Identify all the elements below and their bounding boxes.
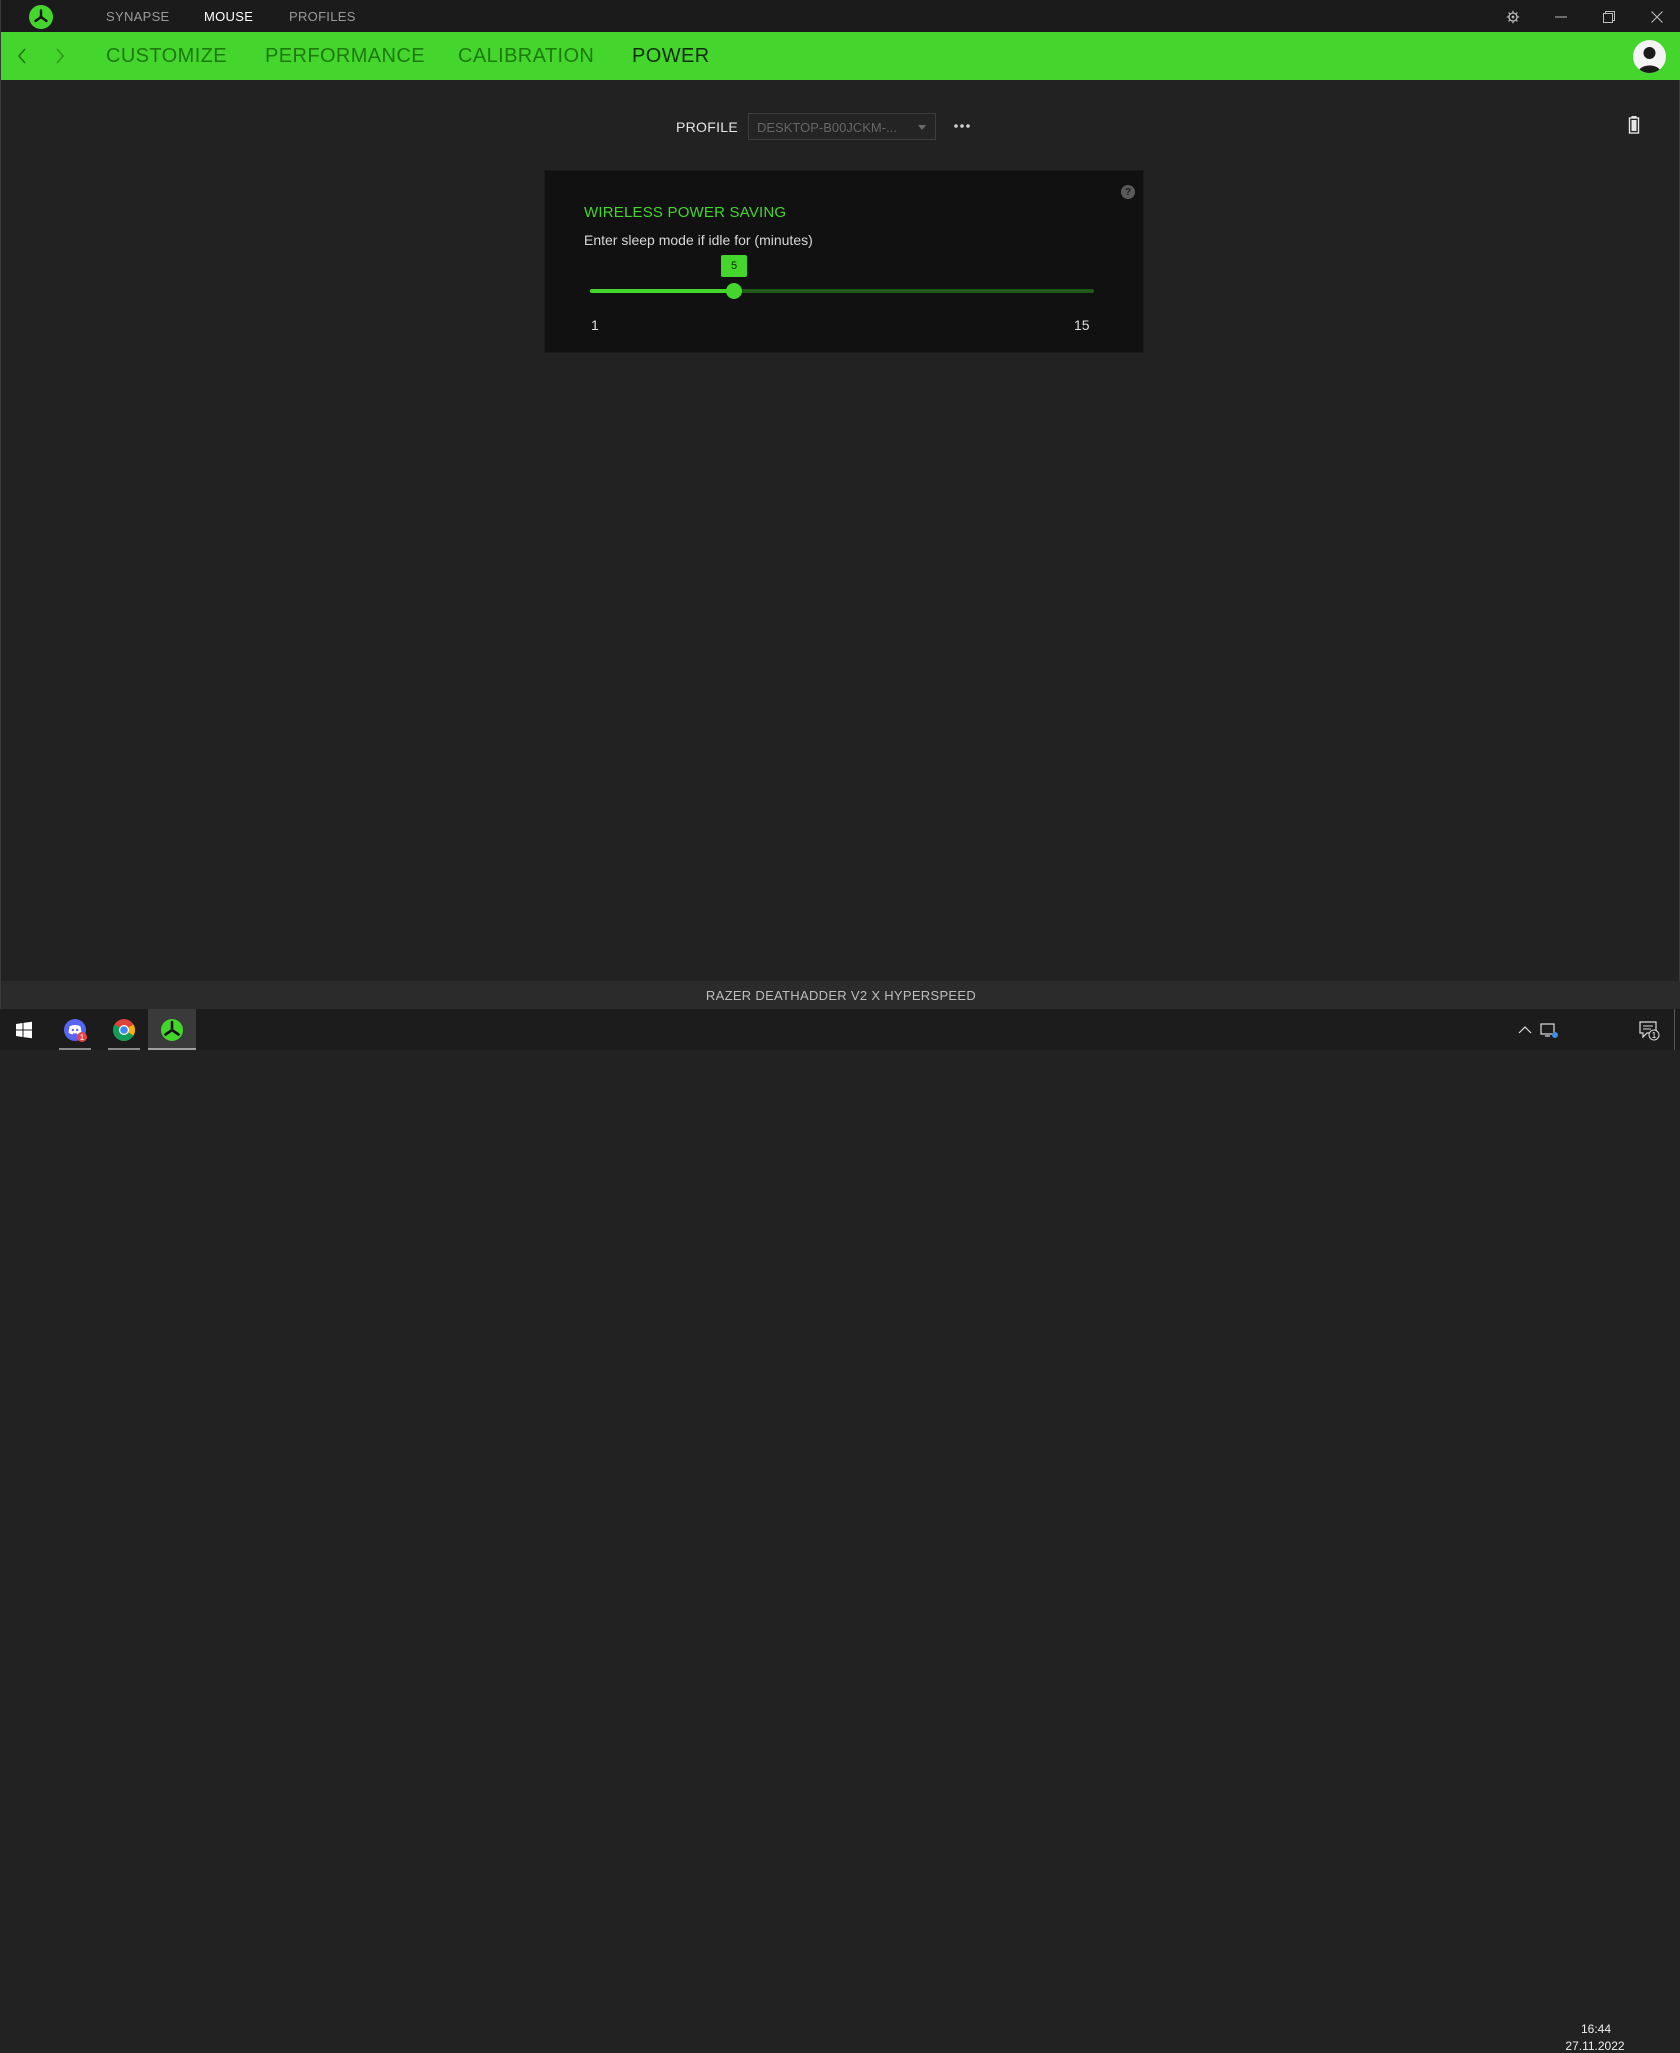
razer-logo-icon <box>29 5 53 29</box>
tab-performance[interactable]: PERFORMANCE <box>265 45 425 68</box>
profile-dropdown[interactable]: DESKTOP-B00JCKM-... <box>748 113 936 140</box>
device-bar: RAZER DEATHADDER V2 X HYPERSPEED <box>1 981 1680 1009</box>
taskbar-chrome[interactable] <box>100 1009 148 1050</box>
discord-icon: 1 <box>64 1018 87 1042</box>
settings-gear-icon[interactable] <box>1498 4 1528 30</box>
profile-label: PROFILE <box>676 119 739 135</box>
device-name[interactable]: RAZER DEATHADDER V2 X HYPERSPEED <box>1 988 1680 1003</box>
windows-start-icon[interactable] <box>0 1009 48 1050</box>
network-icon[interactable] <box>1539 1020 1559 1040</box>
discord-badge: 1 <box>80 1033 85 1042</box>
tab-mouse[interactable]: MOUSE <box>204 9 253 24</box>
battery-icon[interactable] <box>1627 115 1641 135</box>
more-options-icon[interactable] <box>951 114 973 138</box>
taskbar-discord[interactable]: 1 <box>51 1009 99 1050</box>
razer-synapse-window: SYNAPSE MOUSE PROFILES CUSTOMIZE PERFORM… <box>0 0 1680 1009</box>
close-icon[interactable] <box>1642 4 1672 30</box>
profile-selected-value: DESKTOP-B00JCKM-... <box>757 120 897 135</box>
slider-thumb[interactable] <box>726 283 742 299</box>
wireless-power-saving-card: ? WIRELESS POWER SAVING Enter sleep mode… <box>544 170 1144 353</box>
back-chevron-icon[interactable] <box>10 44 34 68</box>
tab-synapse[interactable]: SYNAPSE <box>106 9 170 24</box>
slider-value-badge: 5 <box>721 255 747 277</box>
card-subtitle: Enter sleep mode if idle for (minutes) <box>584 232 813 248</box>
windows-taskbar: 1 16:44 27.11.2022 1 <box>0 1009 1680 2053</box>
tab-power[interactable]: POWER <box>632 45 710 68</box>
chrome-icon <box>113 1018 135 1041</box>
sub-navigation-bar: CUSTOMIZE PERFORMANCE CALIBRATION POWER <box>1 32 1680 80</box>
chevron-down-icon <box>918 125 926 130</box>
slider-fill <box>590 289 734 293</box>
notification-count: 1 <box>1652 1031 1657 1040</box>
slider-min-label: 1 <box>591 317 599 333</box>
show-desktop-button[interactable] <box>1674 1009 1680 1050</box>
slider-max-label: 15 <box>1074 317 1090 333</box>
forward-chevron-icon[interactable] <box>48 44 72 68</box>
tab-profiles[interactable]: PROFILES <box>289 9 356 24</box>
clock-time[interactable]: 16:44 <box>1576 2022 1616 2036</box>
user-avatar-icon[interactable] <box>1633 40 1666 73</box>
tab-calibration[interactable]: CALIBRATION <box>458 45 594 68</box>
notification-center-icon[interactable]: 1 <box>1638 1019 1660 1041</box>
title-bar: SYNAPSE MOUSE PROFILES <box>1 0 1680 32</box>
sleep-timer-slider[interactable]: 5 <box>590 255 1094 301</box>
show-hidden-icons-chevron-up-icon[interactable] <box>1517 1022 1533 1038</box>
minimize-icon[interactable] <box>1546 4 1576 30</box>
restore-icon[interactable] <box>1594 4 1624 30</box>
tab-customize[interactable]: CUSTOMIZE <box>106 45 227 68</box>
clock-date[interactable]: 27.11.2022 <box>1562 2039 1628 2053</box>
razer-synapse-icon <box>161 1018 183 1041</box>
card-title: WIRELESS POWER SAVING <box>584 204 787 221</box>
help-icon[interactable]: ? <box>1121 185 1135 199</box>
taskbar-razer-synapse[interactable] <box>148 1009 196 1050</box>
